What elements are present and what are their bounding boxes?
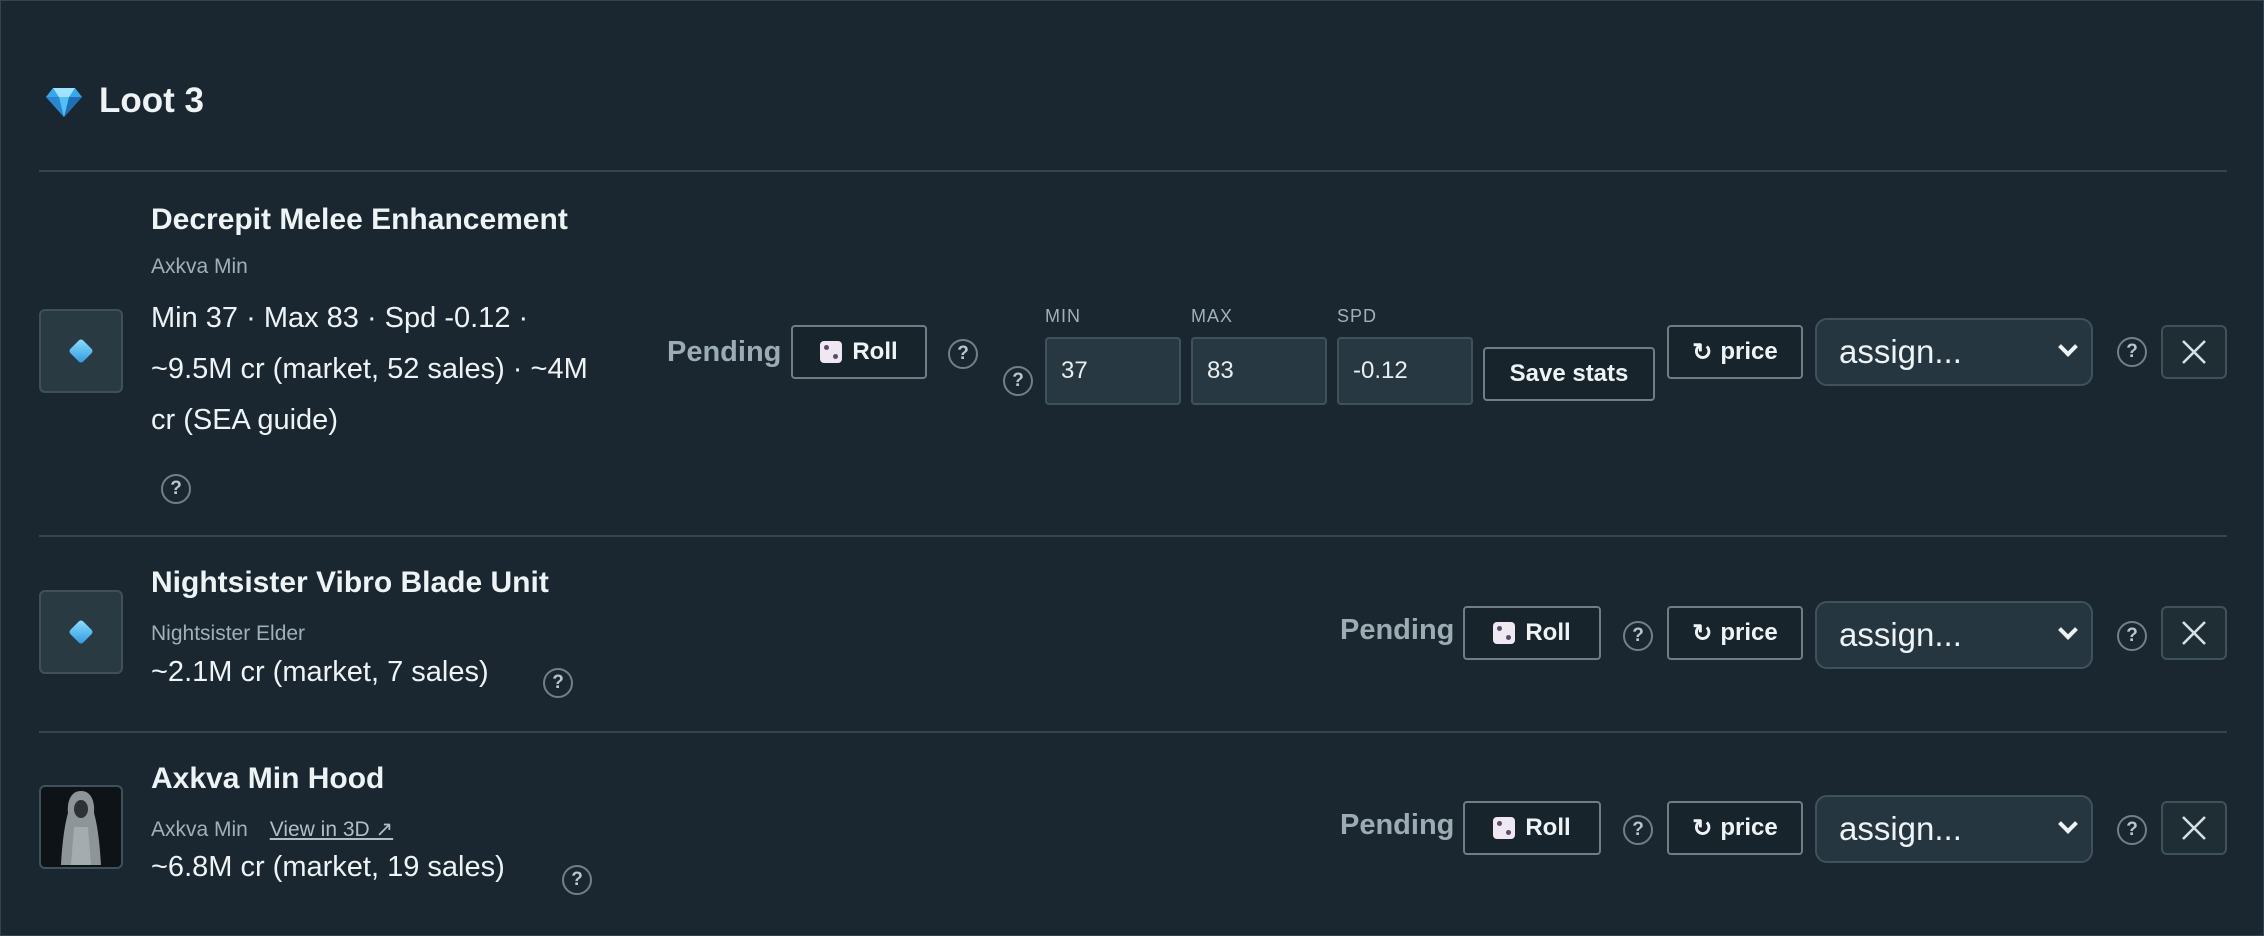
dice-icon — [1493, 817, 1516, 839]
stat-min-input[interactable]: 37 — [1045, 337, 1181, 405]
item-name: Nightsister Vibro Blade Unit — [151, 566, 549, 599]
diamond-icon — [68, 619, 94, 645]
assign-value: assign... — [1839, 616, 1962, 653]
refresh-icon: ↻ — [1692, 814, 1713, 842]
roll-label: Roll — [1525, 814, 1571, 841]
stat-spd-label: SPD — [1337, 306, 1378, 326]
item-source-text: Axkva Min — [151, 818, 248, 841]
item-source: Axkva Min — [151, 255, 248, 278]
desc-line: Min 37 · Max 83 · Spd -0.12 · — [151, 302, 529, 334]
loot-row: Nightsister Vibro Blade Unit Nightsister… — [39, 536, 2227, 731]
price-label: price — [1720, 338, 1778, 365]
item-thumbnail[interactable] — [39, 590, 123, 674]
item-description: Min 37 · Max 83 · Spd -0.12 · ~9.5M cr (… — [151, 293, 588, 446]
help-icon[interactable]: ? — [2117, 621, 2147, 651]
stat-min-label: MIN — [1045, 306, 1081, 326]
refresh-icon: ↻ — [1692, 619, 1713, 647]
help-icon[interactable]: ? — [562, 865, 592, 895]
item-source: Axkva Min View in 3D ↗ — [151, 817, 393, 842]
price-button[interactable]: ↻ price — [1667, 606, 1803, 660]
help-icon[interactable]: ? — [2117, 337, 2147, 367]
help-icon[interactable]: ? — [543, 668, 573, 698]
item-description: ~2.1M cr (market, 7 sales) — [151, 656, 489, 688]
page-title: Loot 3 — [99, 81, 204, 120]
roll-button[interactable]: Roll — [791, 325, 927, 379]
chevron-down-icon — [2058, 620, 2078, 640]
item-thumbnail[interactable] — [39, 785, 123, 869]
price-button[interactable]: ↻ price — [1667, 801, 1803, 855]
stat-max-input[interactable]: 83 — [1191, 337, 1327, 405]
help-icon[interactable]: ? — [1003, 366, 1033, 396]
view-3d-link[interactable]: View in 3D ↗ — [270, 818, 393, 841]
hood-icon — [61, 791, 101, 865]
chevron-down-icon — [2058, 814, 2078, 834]
roll-label: Roll — [1525, 619, 1571, 646]
status-label: Pending — [1340, 809, 1455, 841]
remove-button[interactable] — [2161, 325, 2227, 379]
desc-line: cr (SEA guide) — [151, 404, 338, 436]
loot-header: Loot 3 — [45, 81, 204, 121]
dice-icon — [1493, 622, 1516, 644]
item-source: Nightsister Elder — [151, 622, 306, 645]
roll-label: Roll — [852, 338, 898, 365]
item-name: Decrepit Melee Enhancement — [151, 203, 568, 236]
dice-icon — [820, 341, 843, 363]
chevron-down-icon — [2058, 337, 2078, 357]
stat-spd-input[interactable]: -0.12 — [1337, 337, 1473, 405]
roll-button[interactable]: Roll — [1463, 606, 1601, 660]
loot-row: Decrepit Melee Enhancement Axkva Min Min… — [39, 171, 2227, 535]
help-icon[interactable]: ? — [1623, 621, 1653, 651]
assign-value: assign... — [1839, 810, 1962, 847]
loot-panel: Loot 3 Decrepit Melee Enhancement Axkva … — [0, 0, 2264, 936]
status-label: Pending — [667, 336, 782, 368]
assign-select[interactable]: assign... — [1815, 601, 2093, 669]
price-button[interactable]: ↻ price — [1667, 325, 1803, 379]
close-icon — [2182, 816, 2206, 840]
assign-select[interactable]: assign... — [1815, 318, 2093, 386]
remove-button[interactable] — [2161, 801, 2227, 855]
close-icon — [2182, 340, 2206, 364]
help-icon[interactable]: ? — [948, 339, 978, 369]
item-thumbnail[interactable] — [39, 309, 123, 393]
refresh-icon: ↻ — [1692, 338, 1713, 366]
loot-row: Axkva Min Hood Axkva Min View in 3D ↗ ~6… — [39, 732, 2227, 932]
help-icon[interactable]: ? — [161, 474, 191, 504]
diamond-icon — [68, 338, 94, 364]
remove-button[interactable] — [2161, 606, 2227, 660]
desc-line: ~9.5M cr (market, 52 sales) · ~4M — [151, 353, 588, 385]
roll-button[interactable]: Roll — [1463, 801, 1601, 855]
price-label: price — [1720, 619, 1778, 646]
gem-icon — [46, 88, 82, 117]
assign-select[interactable]: assign... — [1815, 795, 2093, 863]
save-stats-button[interactable]: Save stats — [1483, 347, 1655, 401]
assign-value: assign... — [1839, 333, 1962, 370]
close-icon — [2182, 621, 2206, 645]
help-icon[interactable]: ? — [2117, 815, 2147, 845]
help-icon[interactable]: ? — [1623, 815, 1653, 845]
status-label: Pending — [1340, 614, 1455, 646]
item-description: ~6.8M cr (market, 19 sales) — [151, 851, 505, 883]
price-label: price — [1720, 814, 1778, 841]
item-name: Axkva Min Hood — [151, 762, 385, 795]
stat-max-label: MAX — [1191, 306, 1234, 326]
